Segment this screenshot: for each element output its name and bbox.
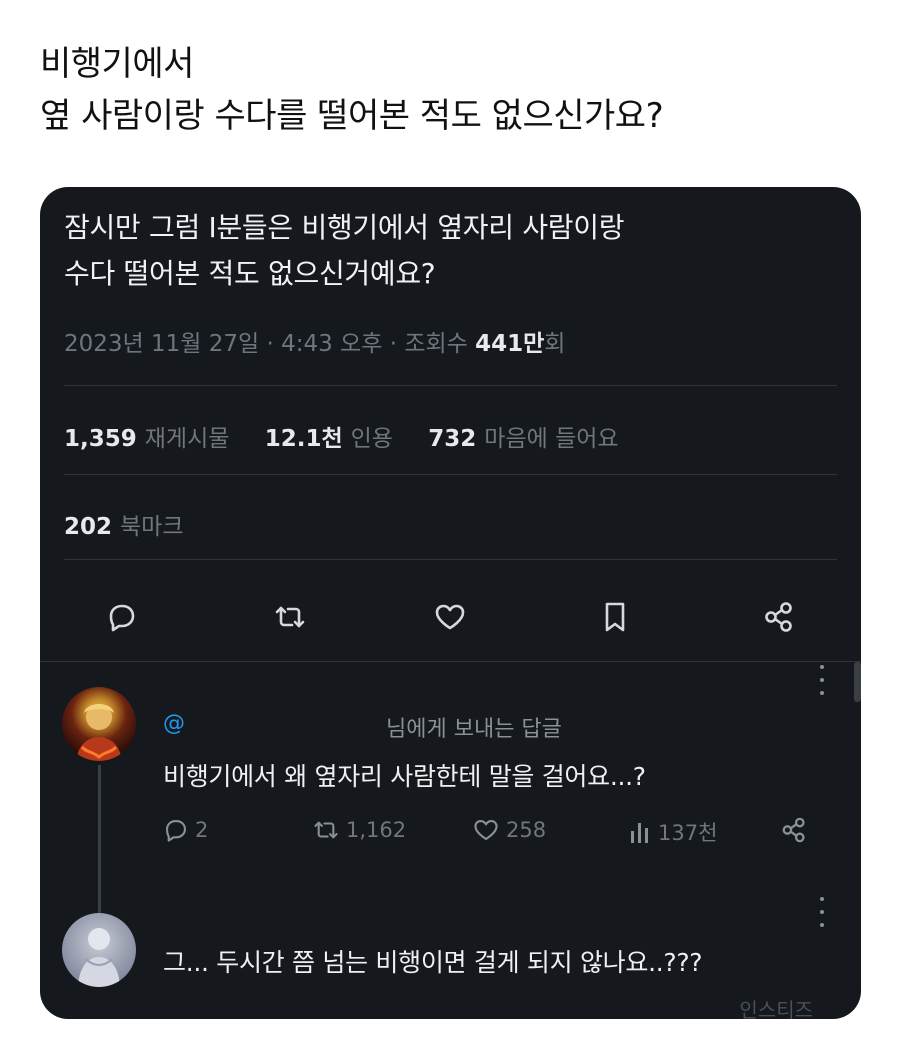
more-dot xyxy=(820,665,824,669)
tweet-action-bar xyxy=(40,587,861,647)
reply-icon xyxy=(109,604,135,632)
divider xyxy=(40,661,861,662)
more-options-button[interactable] xyxy=(812,665,832,695)
avatar-image xyxy=(76,704,122,761)
more-options-button[interactable] xyxy=(812,897,832,927)
reply-retweet-button[interactable]: 1,162 xyxy=(312,817,406,843)
like-count[interactable]: 732 xyxy=(428,426,476,452)
tweet-timestamp: 2023년 11월 27일 · 4:43 오후 · 조회수 xyxy=(64,331,476,357)
engagement-stats: 1,359 재게시물 12.1천 인용 732 마음에 들어요 xyxy=(64,419,647,453)
retweet-count: 1,162 xyxy=(346,818,407,842)
retweet-icon xyxy=(314,821,338,839)
reply-share-button[interactable] xyxy=(780,816,808,844)
reply-reply-button[interactable]: 2 xyxy=(163,817,208,843)
retweet-button[interactable] xyxy=(268,595,312,639)
reply-to-label: 님에게 보내는 답글 xyxy=(386,717,562,742)
more-dot xyxy=(820,910,824,914)
more-dot xyxy=(820,678,824,682)
tweet-text-line-2: 수다 떨어본 적도 없으신거예요? xyxy=(64,257,436,290)
quote-label[interactable]: 인용 xyxy=(351,426,393,452)
bookmark-icon xyxy=(605,602,625,632)
tweet-text: 잠시만 그럼 I분들은 비행기에서 옆자리 사람이랑 수다 떨어본 적도 없으신… xyxy=(64,205,837,297)
heart-icon xyxy=(435,604,465,630)
avatar-image xyxy=(78,928,120,987)
share-icon xyxy=(782,817,805,843)
divider xyxy=(64,559,837,560)
heart-icon xyxy=(474,820,498,840)
tweet-meta: 2023년 11월 27일 · 4:43 오후 · 조회수 441만회 xyxy=(64,324,565,358)
watermark: 인스티즈 xyxy=(739,998,813,1019)
tweet-screenshot-card: 잠시만 그럼 I분들은 비행기에서 옆자리 사람이랑 수다 떨어본 적도 없으신… xyxy=(40,187,861,1019)
tweet-text-line-1: 잠시만 그럼 I분들은 비행기에서 옆자리 사람이랑 xyxy=(64,211,625,244)
more-dot xyxy=(820,897,824,901)
retweet-label[interactable]: 재게시물 xyxy=(145,426,230,452)
reply-count: 2 xyxy=(195,818,209,842)
scrollbar-thumb[interactable] xyxy=(854,662,861,702)
reply-mention[interactable]: @ xyxy=(163,711,185,736)
divider xyxy=(64,385,837,386)
reply-text: 그... 두시간 쯤 넘는 비행이면 걸게 되지 않나요..??? xyxy=(163,948,703,977)
post-caption: 비행기에서 옆 사람이랑 수다를 떨어본 적도 없으신가요? xyxy=(40,38,664,142)
quote-count[interactable]: 12.1천 xyxy=(265,426,343,452)
bookmark-label[interactable]: 북마크 xyxy=(120,514,183,540)
like-count: 258 xyxy=(506,818,547,842)
reply-views-button[interactable]: 137천 xyxy=(628,817,717,847)
reply-action-bar: 2 1,162 258 137천 xyxy=(40,813,861,853)
more-dot xyxy=(820,691,824,695)
caption-line-2: 옆 사람이랑 수다를 떨어본 적도 없으신가요? xyxy=(40,96,664,136)
retweet-icon xyxy=(275,606,305,628)
reply-icon xyxy=(166,820,186,842)
bookmark-count[interactable]: 202 xyxy=(64,514,112,540)
like-label[interactable]: 마음에 들어요 xyxy=(484,426,618,452)
bookmark-stats: 202 북마크 xyxy=(64,507,212,541)
reply-text: 비행기에서 왜 옆자리 사람한테 말을 걸어요...? xyxy=(163,762,646,791)
more-dot xyxy=(820,923,824,927)
divider xyxy=(64,474,837,475)
reply-button[interactable] xyxy=(100,595,144,639)
avatar[interactable] xyxy=(62,687,136,761)
share-icon xyxy=(765,602,792,632)
avatar[interactable] xyxy=(62,913,136,987)
view-count-suffix: 회 xyxy=(544,331,566,357)
share-button[interactable] xyxy=(757,595,801,639)
views-chart-icon xyxy=(631,823,648,843)
view-count: 441만 xyxy=(475,331,545,357)
reply-like-button[interactable]: 258 xyxy=(472,817,546,843)
bookmark-button[interactable] xyxy=(593,595,637,639)
view-count: 137천 xyxy=(658,821,718,845)
retweet-count[interactable]: 1,359 xyxy=(64,426,137,452)
like-button[interactable] xyxy=(428,595,472,639)
caption-line-1: 비행기에서 xyxy=(40,44,194,84)
